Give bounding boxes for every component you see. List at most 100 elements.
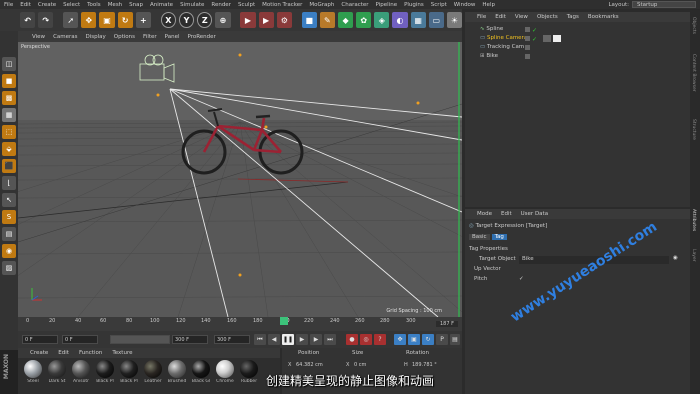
menu-window[interactable]: Window [454, 2, 476, 8]
viewport-menu-panel[interactable]: Panel [165, 34, 180, 40]
coord-x-position[interactable]: 64.382 cm [296, 362, 323, 368]
x-axis-icon[interactable]: X [160, 12, 176, 28]
move-icon[interactable]: ✥ [81, 12, 97, 28]
keyframe-selection-icon[interactable]: ? [374, 334, 386, 345]
start-frame-field[interactable]: 0 F [22, 335, 58, 344]
points-mode-icon[interactable]: ⬚ [2, 125, 16, 139]
lock-workplane-icon[interactable]: ◉ [2, 244, 16, 258]
preview-range-slider[interactable] [110, 335, 170, 344]
timeline-menu-icon[interactable]: ▤ [450, 334, 460, 345]
viewport-menu-options[interactable]: Options [114, 34, 135, 40]
menu-select[interactable]: Select [63, 2, 80, 8]
end-frame-field[interactable]: 300 F [214, 335, 250, 344]
visibility-dots[interactable] [525, 54, 530, 59]
goto-end-icon[interactable]: ⏭ [324, 334, 336, 345]
viewport-menu-prorender[interactable]: ProRender [188, 34, 216, 40]
obj-menu-view[interactable]: View [515, 14, 528, 20]
tweak-icon[interactable]: ↖ [2, 193, 16, 207]
tab-content-browser[interactable]: Content Browser [691, 54, 696, 92]
material-menu-texture[interactable]: Texture [112, 350, 132, 356]
pen-icon[interactable]: ✎ [319, 12, 335, 28]
menu-script[interactable]: Script [431, 2, 447, 8]
menu-pipeline[interactable]: Pipeline [376, 2, 398, 8]
menu-sculpt[interactable]: Sculpt [238, 2, 255, 8]
obj-menu-tags[interactable]: Tags [567, 14, 579, 20]
scale-key-icon[interactable]: ▣ [408, 334, 420, 345]
obj-menu-objects[interactable]: Objects [537, 14, 558, 20]
obj-menu-bookmarks[interactable]: Bookmarks [588, 14, 619, 20]
recent-tools-icon[interactable]: + [135, 12, 151, 28]
redo-icon[interactable]: ↷ [38, 12, 54, 28]
deformer-icon[interactable]: ◈ [374, 12, 390, 28]
menu-snap[interactable]: Snap [129, 2, 143, 8]
attr-menu-edit[interactable]: Edit [501, 211, 512, 217]
viewport[interactable]: Perspective Grid Spacing : 100 cm [18, 42, 462, 317]
picker-icon[interactable]: ◉ [673, 255, 678, 261]
cloner-icon[interactable]: ✿ [356, 12, 372, 28]
attr-menu-mode[interactable]: Mode [477, 211, 492, 217]
enable-axis-icon[interactable]: ⌊ [2, 176, 16, 190]
coord-x-size[interactable]: 0 cm [354, 362, 366, 368]
planar-workplane-icon[interactable]: ▨ [2, 261, 16, 275]
material-menu-function[interactable]: Function [79, 350, 102, 356]
visibility-dots[interactable] [525, 27, 530, 32]
menu-help[interactable]: Help [482, 2, 495, 8]
cube-icon[interactable]: ■ [301, 12, 317, 28]
coord-h-rotation[interactable]: 189.781 ° [412, 362, 437, 368]
menu-mograph[interactable]: MoGraph [309, 2, 334, 8]
playhead[interactable] [280, 317, 288, 325]
render-view-icon[interactable]: ▶ [240, 12, 256, 28]
snap-icon[interactable]: S [2, 210, 16, 224]
object-row-tracking-cam[interactable]: ▭ Tracking Cam [465, 43, 690, 52]
attr-menu-user-data[interactable]: User Data [521, 211, 548, 217]
quantize-icon[interactable]: ▤ [2, 227, 16, 241]
prev-key-icon[interactable]: ◀ [268, 334, 280, 345]
min-frame-field[interactable]: 0 F [62, 335, 98, 344]
timeline-ruler[interactable]: 0 20 40 60 80 100 120 140 160 180 200 22… [18, 317, 462, 331]
menu-tools[interactable]: Tools [87, 2, 101, 8]
viewport-menu-filter[interactable]: Filter [143, 34, 157, 40]
menu-character[interactable]: Character [341, 2, 368, 8]
obj-menu-edit[interactable]: Edit [495, 14, 506, 20]
position-key-icon[interactable]: ✥ [394, 334, 406, 345]
visibility-dots[interactable] [525, 45, 530, 50]
object-row-spline[interactable]: ∿ Spline ✓ [465, 25, 690, 34]
tab-tag[interactable]: Tag [491, 234, 507, 240]
next-key-icon[interactable]: ▶ [310, 334, 322, 345]
viewport-menu-view[interactable]: View [32, 34, 45, 40]
make-editable-icon[interactable]: ◫ [2, 57, 16, 71]
menu-simulate[interactable]: Simulate [180, 2, 204, 8]
light-icon[interactable]: ☀ [446, 12, 463, 28]
menu-plugins[interactable]: Plugins [404, 2, 424, 8]
menu-motion-tracker[interactable]: Motion Tracker [262, 2, 302, 8]
subdivision-icon[interactable]: ◆ [337, 12, 354, 28]
edges-mode-icon[interactable]: ⬙ [2, 142, 16, 156]
obj-menu-file[interactable]: File [477, 14, 486, 20]
visibility-dots[interactable] [525, 36, 530, 41]
live-select-icon[interactable]: ➚ [63, 12, 79, 28]
material-menu-edit[interactable]: Edit [58, 350, 69, 356]
coordinate-system-icon[interactable]: ⊕ [215, 12, 231, 28]
render-settings-icon[interactable]: ⚙ [276, 12, 292, 28]
menu-file[interactable]: File [4, 2, 13, 8]
tab-structure[interactable]: Structure [691, 119, 696, 140]
workplane-icon[interactable]: ▦ [2, 108, 16, 122]
texture-mode-icon[interactable]: ▩ [2, 91, 16, 105]
play-icon[interactable]: ▶ [296, 334, 308, 345]
goto-start-icon[interactable]: ⏮ [254, 334, 266, 345]
tab-objects[interactable]: Objects [691, 17, 696, 34]
target-tag-icon[interactable] [553, 35, 561, 42]
menu-create[interactable]: Create [38, 2, 56, 8]
record-icon[interactable]: ● [346, 334, 358, 345]
tab-basic[interactable]: Basic [469, 234, 490, 240]
render-picture-viewer-icon[interactable]: ▶ [258, 12, 274, 28]
model-mode-icon[interactable]: ■ [2, 74, 16, 88]
menu-render[interactable]: Render [211, 2, 231, 8]
field-icon[interactable]: ◐ [392, 12, 408, 28]
camera-icon[interactable]: ▭ [428, 12, 444, 28]
object-row-spline-camera[interactable]: ▭ Spline Camera ✓ [465, 34, 690, 43]
rotation-key-icon[interactable]: ↻ [422, 334, 434, 345]
menu-mesh[interactable]: Mesh [108, 2, 122, 8]
menu-edit[interactable]: Edit [20, 2, 31, 8]
viewport-menu-cameras[interactable]: Cameras [53, 34, 77, 40]
